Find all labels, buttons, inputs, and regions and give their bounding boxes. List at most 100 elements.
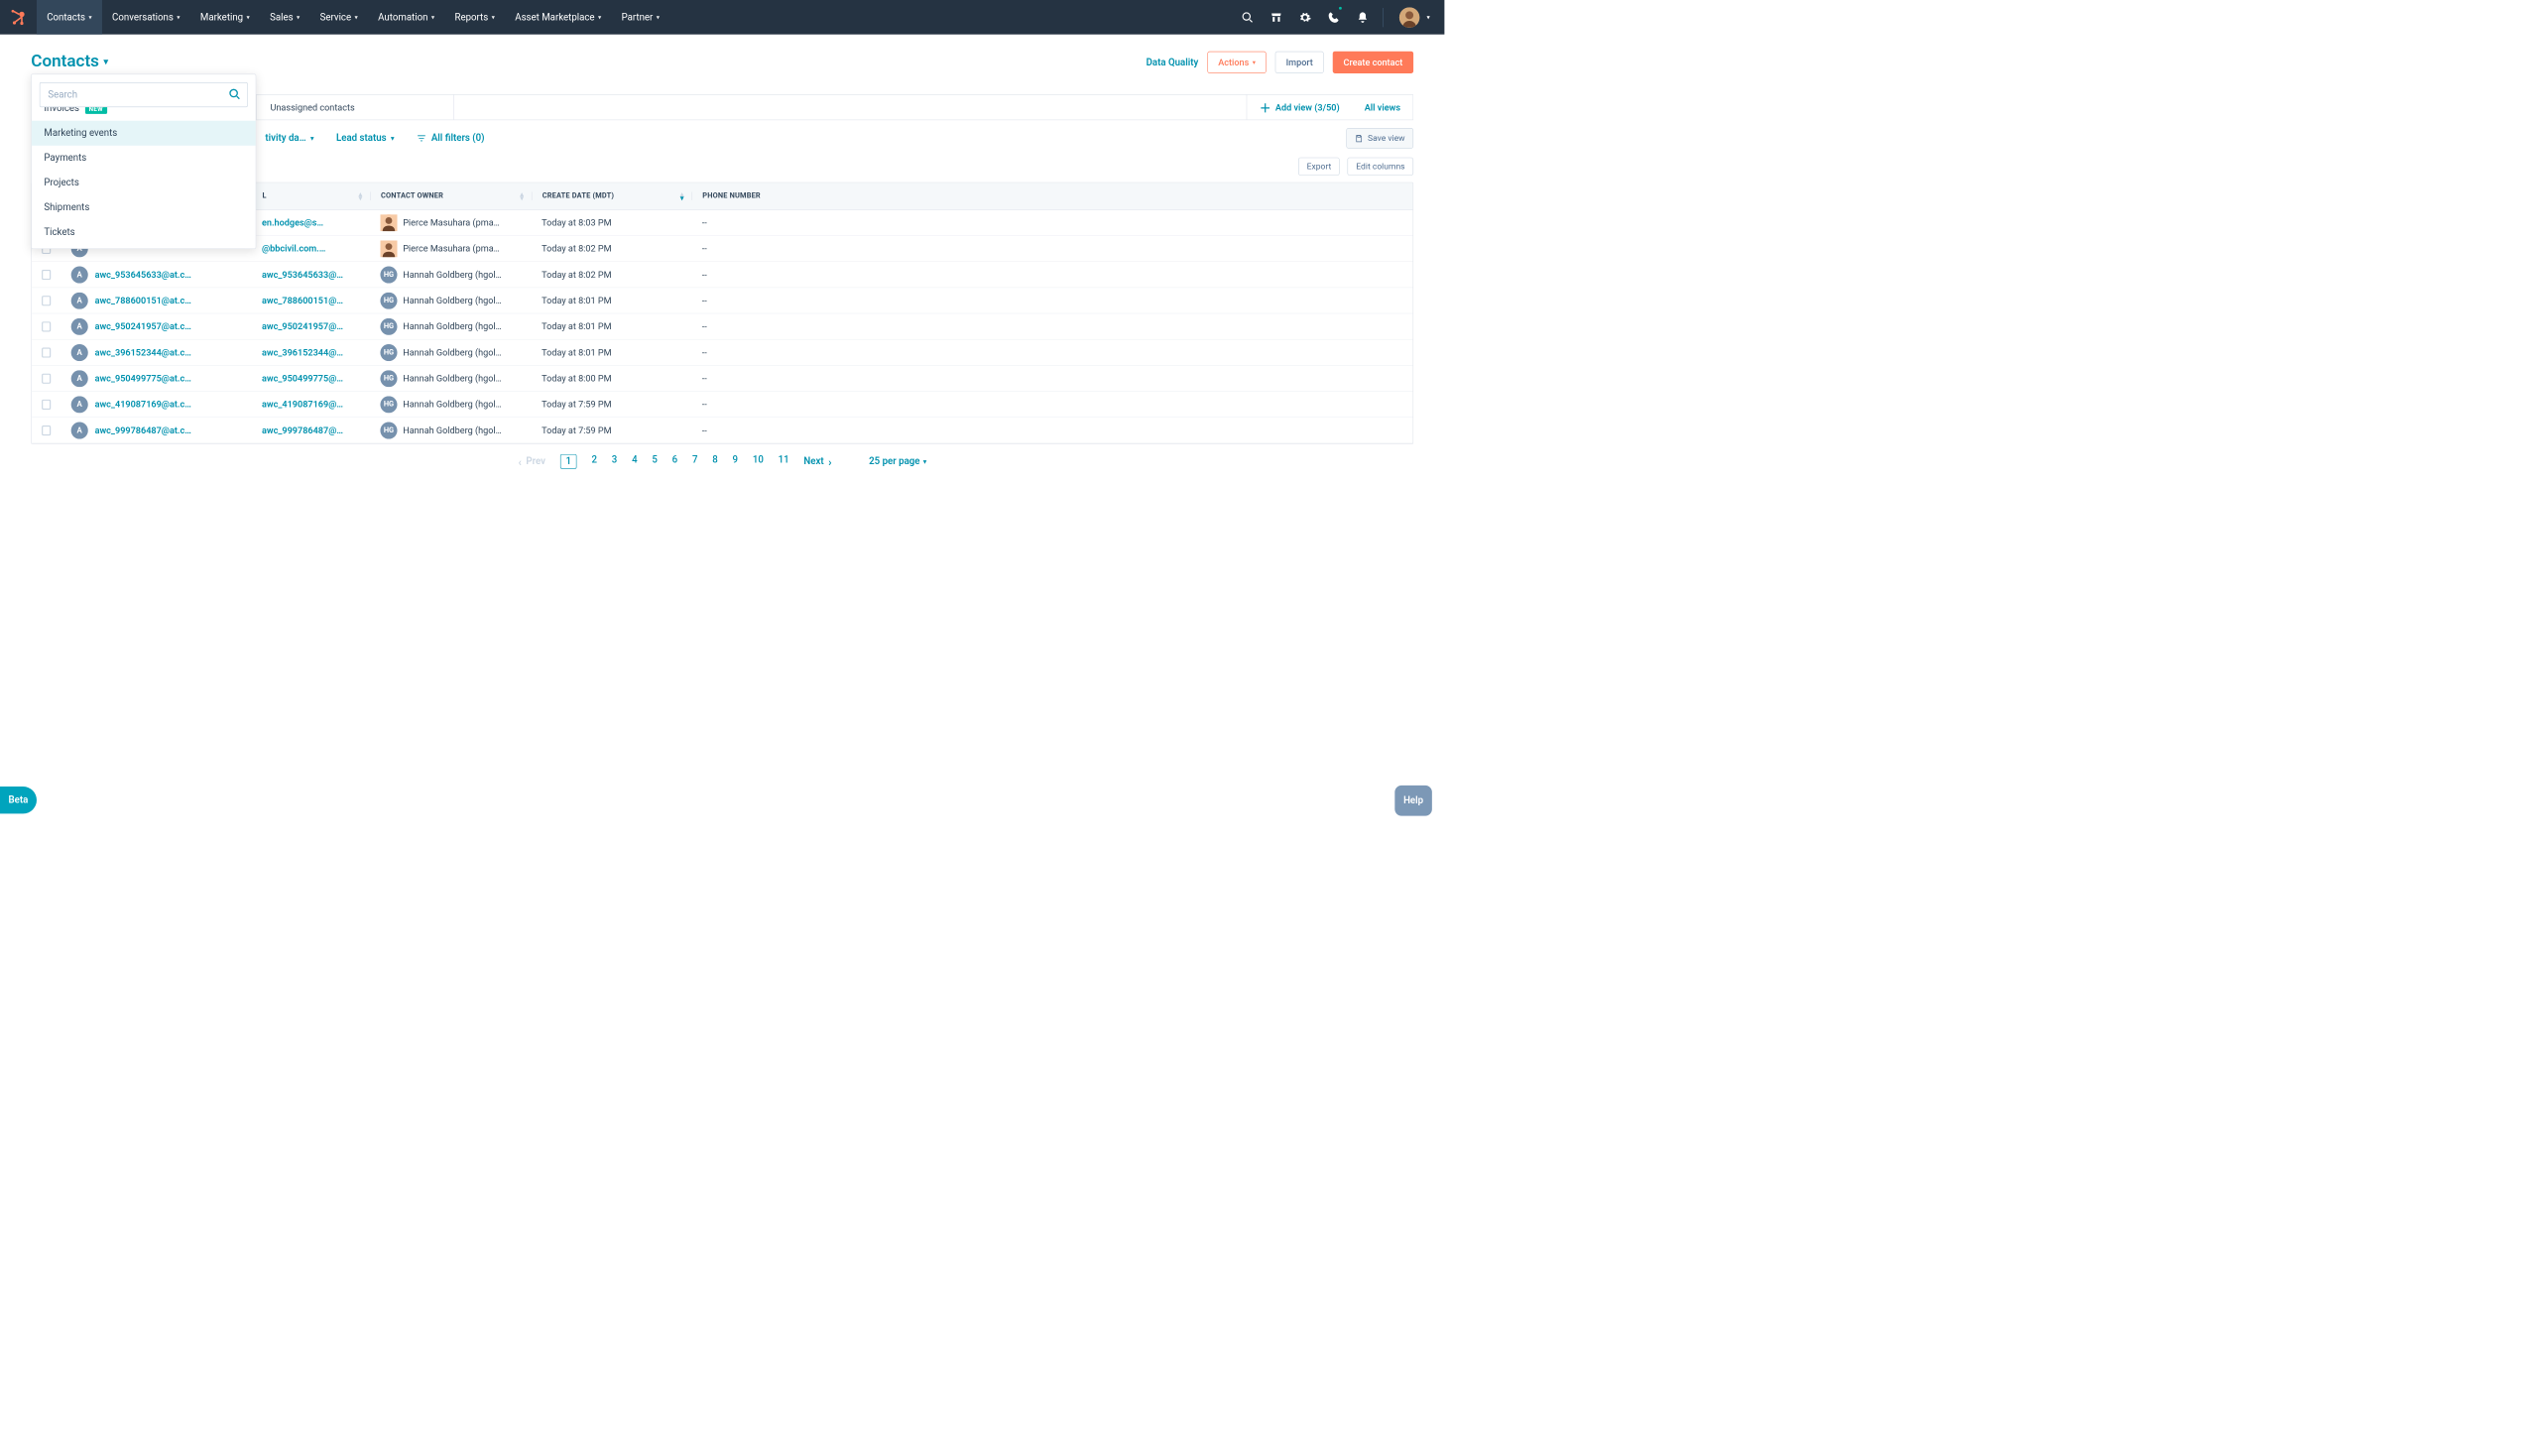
view-tab-unassigned[interactable]: Unassigned contacts bbox=[257, 95, 454, 120]
page-2[interactable]: 2 bbox=[591, 454, 597, 469]
contact-email-link[interactable]: awc_953645633@… bbox=[262, 269, 343, 280]
contact-name-link[interactable]: awc_950241957@at.c… bbox=[95, 321, 191, 332]
data-quality-link[interactable]: Data Quality bbox=[1147, 57, 1199, 67]
dropdown-search-input[interactable] bbox=[40, 82, 248, 107]
nav-item-service[interactable]: Service▾ bbox=[309, 0, 368, 35]
beta-button[interactable]: Beta bbox=[0, 787, 37, 813]
nav-item-marketing[interactable]: Marketing▾ bbox=[190, 0, 260, 35]
contact-email-link[interactable]: en.hodges@s… bbox=[262, 217, 323, 228]
export-button[interactable]: Export bbox=[1298, 158, 1340, 176]
owner-name: Pierce Masuhara (pma… bbox=[403, 217, 500, 228]
page-9[interactable]: 9 bbox=[733, 454, 739, 469]
all-views-link[interactable]: All views bbox=[1352, 95, 1412, 120]
page-8[interactable]: 8 bbox=[712, 454, 718, 469]
col-owner[interactable]: CONTACT OWNER▴▾ bbox=[370, 191, 532, 200]
row-checkbox[interactable] bbox=[32, 347, 61, 357]
page-title-dropdown[interactable]: Contacts ▾ bbox=[31, 52, 108, 71]
page-4[interactable]: 4 bbox=[632, 454, 638, 469]
dropdown-item-shipments[interactable]: Shipments bbox=[32, 195, 256, 220]
contact-email-link[interactable]: awc_788600151@… bbox=[262, 296, 343, 306]
contact-email-link[interactable]: @bbcivil.com.… bbox=[262, 243, 325, 254]
user-avatar[interactable] bbox=[1399, 7, 1419, 27]
nav-item-automation[interactable]: Automation▾ bbox=[368, 0, 444, 35]
caret-down-icon: ▾ bbox=[310, 135, 313, 142]
create-contact-button[interactable]: Create contact bbox=[1333, 52, 1413, 73]
row-checkbox[interactable] bbox=[32, 321, 61, 331]
row-checkbox[interactable] bbox=[32, 373, 61, 383]
owner-name: Pierce Masuhara (pma… bbox=[403, 243, 500, 254]
caret-down-icon: ▾ bbox=[247, 14, 250, 21]
row-checkbox[interactable] bbox=[32, 270, 61, 280]
owner-avatar: HG bbox=[380, 292, 397, 308]
notifications-icon[interactable] bbox=[1350, 0, 1376, 35]
sort-icon: ▴▾ bbox=[359, 192, 363, 200]
row-checkbox[interactable] bbox=[32, 399, 61, 409]
row-checkbox[interactable] bbox=[32, 296, 61, 305]
all-filters-button[interactable]: All filters (0) bbox=[417, 133, 485, 144]
contact-name-link[interactable]: awc_953645633@at.c… bbox=[95, 269, 191, 280]
nav-item-conversations[interactable]: Conversations▾ bbox=[102, 0, 190, 35]
contact-name-link[interactable]: awc_788600151@at.c… bbox=[95, 296, 191, 306]
caret-down-icon: ▾ bbox=[104, 56, 109, 66]
contact-email-link[interactable]: awc_396152344@… bbox=[262, 347, 343, 358]
logo[interactable] bbox=[0, 0, 37, 35]
create-date: Today at 7:59 PM bbox=[532, 425, 692, 435]
object-switcher-dropdown: Invoices NEW Marketing eventsPaymentsPro… bbox=[31, 74, 256, 249]
dropdown-item-tickets[interactable]: Tickets bbox=[32, 220, 256, 245]
search-icon[interactable] bbox=[1235, 0, 1261, 35]
contact-email-link[interactable]: awc_950499775@… bbox=[262, 373, 343, 384]
help-button[interactable]: Help bbox=[1394, 786, 1432, 816]
row-checkbox[interactable] bbox=[32, 425, 61, 435]
per-page-select[interactable]: 25 per page▾ bbox=[869, 456, 926, 467]
marketplace-icon[interactable] bbox=[1264, 0, 1289, 35]
contact-email-link[interactable]: awc_950241957@… bbox=[262, 321, 343, 332]
actions-button[interactable]: Actions▾ bbox=[1207, 52, 1266, 73]
contact-name-link[interactable]: awc_419087169@at.c… bbox=[95, 399, 191, 410]
edit-columns-button[interactable]: Edit columns bbox=[1348, 158, 1413, 176]
filter-lead-status[interactable]: Lead status▾ bbox=[336, 133, 394, 144]
contact-email-link[interactable]: awc_999786487@… bbox=[262, 425, 343, 435]
nav-item-asset-marketplace[interactable]: Asset Marketplace▾ bbox=[505, 0, 611, 35]
col-email[interactable]: L▴▾ bbox=[252, 191, 370, 200]
settings-icon[interactable] bbox=[1292, 0, 1318, 35]
table-row: Aawc_788600151@at.c…awc_788600151@…HGHan… bbox=[32, 288, 1413, 313]
col-phone[interactable]: PHONE NUMBER bbox=[691, 191, 1412, 200]
contact-avatar: A bbox=[71, 422, 88, 438]
filter-activity[interactable]: tivity da…▾ bbox=[265, 133, 313, 144]
pager-next[interactable]: Next› bbox=[803, 455, 831, 469]
phone-number: -- bbox=[691, 425, 1412, 435]
col-create-date[interactable]: CREATE DATE (MDT)▴▾ bbox=[532, 191, 692, 200]
phone-number: -- bbox=[691, 399, 1412, 410]
create-date: Today at 8:03 PM bbox=[532, 217, 692, 228]
add-view-button[interactable]: ＋Add view (3/50) bbox=[1247, 95, 1352, 120]
avatar-caret-icon[interactable]: ▾ bbox=[1426, 14, 1429, 21]
contact-email-link[interactable]: awc_419087169@… bbox=[262, 399, 343, 410]
calling-icon[interactable] bbox=[1321, 0, 1347, 35]
phone-number: -- bbox=[691, 373, 1412, 384]
contact-name-link[interactable]: awc_999786487@at.c… bbox=[95, 425, 191, 435]
dropdown-item-projects[interactable]: Projects bbox=[32, 171, 256, 195]
contact-name-link[interactable]: awc_950499775@at.c… bbox=[95, 373, 191, 384]
nav-item-reports[interactable]: Reports▾ bbox=[444, 0, 505, 35]
nav-item-contacts[interactable]: Contacts▾ bbox=[37, 0, 102, 35]
import-button[interactable]: Import bbox=[1275, 52, 1324, 73]
dropdown-item-invoices[interactable]: Invoices NEW bbox=[32, 107, 256, 121]
nav-item-partner[interactable]: Partner▾ bbox=[611, 0, 669, 35]
page-7[interactable]: 7 bbox=[692, 454, 698, 469]
dropdown-item-payments[interactable]: Payments bbox=[32, 146, 256, 171]
page-11[interactable]: 11 bbox=[779, 454, 789, 469]
page-10[interactable]: 10 bbox=[753, 454, 764, 469]
page-6[interactable]: 6 bbox=[672, 454, 678, 469]
save-view-button[interactable]: Save view bbox=[1346, 128, 1413, 148]
nav-item-sales[interactable]: Sales▾ bbox=[260, 0, 310, 35]
phone-number: -- bbox=[691, 296, 1412, 306]
contact-avatar: A bbox=[71, 318, 88, 335]
table-row: Aawc_953645633@at.c…awc_953645633@…HGHan… bbox=[32, 262, 1413, 288]
dropdown-item-marketing-events[interactable]: Marketing events bbox=[32, 121, 256, 146]
nav-items: Contacts▾Conversations▾Marketing▾Sales▾S… bbox=[37, 0, 669, 35]
page-3[interactable]: 3 bbox=[612, 454, 618, 469]
pager-prev[interactable]: ‹Prev bbox=[518, 455, 545, 469]
page-5[interactable]: 5 bbox=[652, 454, 658, 469]
page-1[interactable]: 1 bbox=[560, 454, 577, 469]
contact-name-link[interactable]: awc_396152344@at.c… bbox=[95, 347, 191, 358]
